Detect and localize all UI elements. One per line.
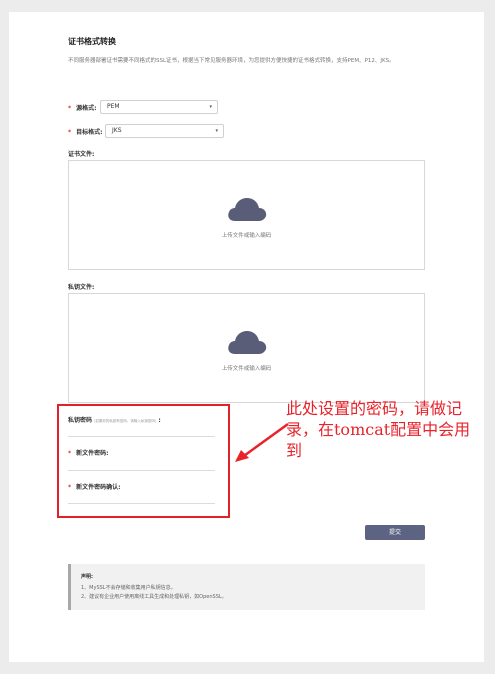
source-format-select[interactable]: PEM ▾ <box>100 100 218 114</box>
target-format-select[interactable]: JKS ▾ <box>105 124 224 138</box>
disclaimer-item: 1、MySSL不会存储和收集用户私钥信息。 <box>81 585 176 591</box>
key-file-label: 私钥文件: <box>68 284 95 291</box>
disclaimer-box: 声明: 1、MySSL不会存储和收集用户私钥信息。 2、建议有企业用户使用离线工… <box>68 564 425 610</box>
cert-upload-hint: 上传文件或输入编码 <box>221 233 272 239</box>
page-description: 不同服务器部署证书需要不同格式的SSL证书，根据当下常见服务器环境，为您提供方便… <box>68 58 395 64</box>
cloud-upload-icon <box>227 331 266 354</box>
target-format-label: * 目标格式: <box>68 129 103 136</box>
annotation-arrow-icon <box>235 422 289 462</box>
disclaimer-title: 声明: <box>81 574 93 580</box>
submit-button[interactable]: 提交 <box>365 525 425 540</box>
required-mark: * <box>68 129 72 136</box>
chevron-down-icon: ▾ <box>215 128 218 134</box>
cloud-upload-icon <box>227 198 266 221</box>
cert-file-upload[interactable]: 上传文件或输入编码 <box>68 160 425 270</box>
annotation-text: 此处设置的密码，请做记录，在tomcat配置中会用到 <box>286 399 471 460</box>
key-upload-hint: 上传文件或输入编码 <box>221 366 272 372</box>
source-format-label: * 源格式: <box>68 105 97 112</box>
page-title: 证书格式转换 <box>68 37 116 46</box>
required-mark: * <box>68 105 72 112</box>
disclaimer-item: 2、建议有企业用户使用离线工具生成和处理私钥，如OpenSSL。 <box>81 594 227 600</box>
password-highlight-box <box>57 404 230 518</box>
chevron-down-icon: ▾ <box>209 104 212 110</box>
cert-file-label: 证书文件: <box>68 151 95 158</box>
key-file-upload[interactable]: 上传文件或输入编码 <box>68 293 425 403</box>
